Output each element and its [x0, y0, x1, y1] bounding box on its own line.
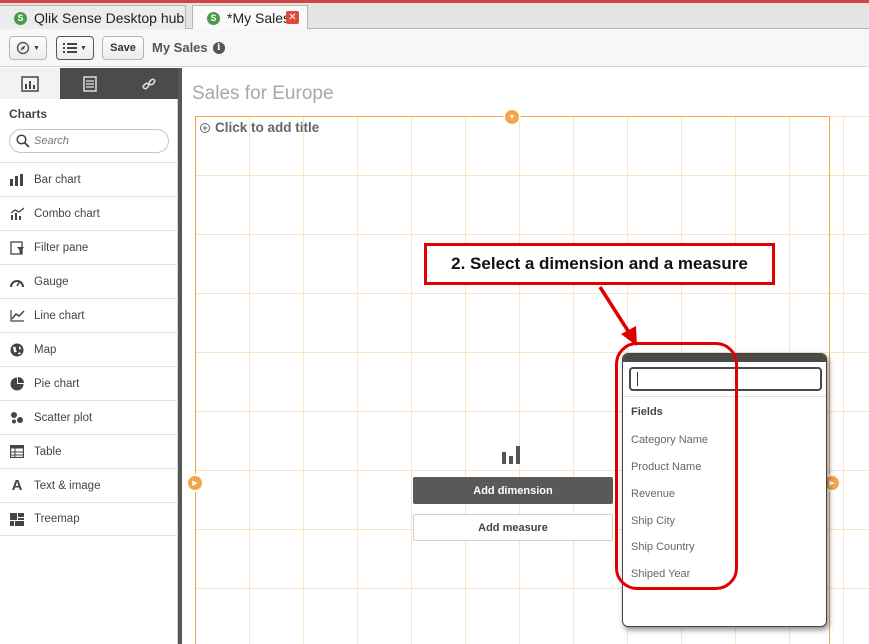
tab-bar: S Qlik Sense Desktop hub S *My Sales ✕ — [0, 3, 869, 30]
table-icon — [9, 444, 25, 460]
chart-item-label: Text & image — [34, 479, 101, 492]
bar-chart-icon — [9, 172, 25, 188]
app-title: My Sales i — [152, 40, 225, 55]
search-icon — [16, 134, 30, 148]
chart-item-label: Filter pane — [34, 241, 89, 254]
save-button[interactable]: Save — [102, 36, 144, 60]
sheet-canvas: Sales for Europe + Click to add title ▼ … — [182, 68, 869, 644]
global-menu-button[interactable]: ▼ — [56, 36, 94, 60]
chart-item-scatter-plot[interactable]: Scatter plot — [0, 400, 178, 434]
chart-item-label: Treemap — [34, 513, 80, 525]
link-icon — [141, 77, 156, 90]
bar-chart-icon — [502, 446, 520, 464]
tab-charts[interactable] — [0, 68, 60, 99]
tab-label: *My Sales — [227, 10, 291, 26]
chart-item-map[interactable]: Map — [0, 332, 178, 366]
list-icon — [63, 43, 78, 53]
filter-pane-icon — [9, 240, 25, 256]
add-measure-button[interactable]: Add measure — [413, 514, 613, 541]
scatter-plot-icon — [9, 410, 25, 426]
resize-handle-top[interactable]: ▼ — [503, 108, 521, 126]
chart-item-text-image[interactable]: A Text & image — [0, 468, 178, 502]
treemap-icon — [9, 511, 25, 527]
chart-list: Bar chart Combo chart Filter pane Gauge … — [0, 162, 178, 536]
chart-item-bar-chart[interactable]: Bar chart — [0, 162, 178, 196]
chart-item-pie-chart[interactable]: Pie chart — [0, 366, 178, 400]
chart-item-line-chart[interactable]: Line chart — [0, 298, 178, 332]
qlik-icon: S — [207, 11, 220, 25]
chart-item-filter-pane[interactable]: Filter pane — [0, 230, 178, 264]
chart-item-label: Scatter plot — [34, 411, 93, 424]
gauge-icon — [9, 274, 25, 290]
assets-panel-tabs — [0, 68, 178, 99]
chevron-down-icon: ▼ — [33, 44, 40, 52]
chart-item-label: Gauge — [34, 275, 69, 288]
chart-item-table[interactable]: Table — [0, 434, 178, 468]
text-image-icon: A — [11, 477, 23, 494]
chart-item-label: Combo chart — [34, 207, 100, 220]
chart-item-treemap[interactable]: Treemap — [0, 502, 178, 536]
charts-search[interactable] — [9, 129, 169, 153]
chart-item-label: Bar chart — [34, 173, 81, 186]
annotation-highlight — [615, 342, 738, 590]
chart-item-label: Line chart — [34, 309, 85, 322]
compass-icon — [16, 41, 30, 55]
info-icon[interactable]: i — [212, 41, 225, 54]
add-title-label: Click to add title — [215, 120, 320, 135]
chevron-down-icon: ▼ — [80, 44, 87, 52]
charts-heading: Charts — [9, 107, 48, 121]
chart-item-label: Table — [34, 445, 62, 458]
line-chart-icon — [9, 308, 25, 324]
tab-fields[interactable] — [60, 68, 119, 99]
chart-item-label: Map — [34, 343, 57, 356]
bar-chart-icon — [21, 75, 39, 92]
tab-master-items[interactable] — [119, 68, 178, 99]
combo-chart-icon — [9, 206, 25, 222]
annotation-callout: 2. Select a dimension and a measure — [424, 243, 775, 285]
chart-item-gauge[interactable]: Gauge — [0, 264, 178, 298]
qlik-icon: S — [14, 11, 27, 25]
toolbar: ▼ ▼ Save My Sales i — [0, 29, 869, 67]
tab-my-sales[interactable]: S *My Sales ✕ — [192, 5, 308, 30]
chart-item-label: Pie chart — [34, 377, 80, 390]
plus-icon: + — [200, 122, 210, 133]
fields-icon — [82, 75, 97, 92]
tab-desktop-hub[interactable]: S Qlik Sense Desktop hub — [0, 5, 186, 30]
add-title[interactable]: + Click to add title — [200, 120, 319, 135]
pie-chart-icon — [9, 376, 25, 392]
resize-handle-left[interactable]: ▶ — [186, 474, 204, 492]
close-tab-icon[interactable]: ✕ — [286, 11, 299, 24]
tab-label: Qlik Sense Desktop hub — [34, 10, 185, 26]
navigation-menu-button[interactable]: ▼ — [9, 36, 47, 60]
assets-panel: Charts Bar chart Combo chart Filter pane… — [0, 68, 178, 644]
chart-item-combo-chart[interactable]: Combo chart — [0, 196, 178, 230]
map-icon — [9, 342, 25, 358]
app-title-text: My Sales — [152, 40, 208, 55]
search-input[interactable] — [34, 135, 154, 147]
sheet-title[interactable]: Sales for Europe — [192, 83, 334, 105]
add-dimension-button[interactable]: Add dimension — [413, 477, 613, 504]
